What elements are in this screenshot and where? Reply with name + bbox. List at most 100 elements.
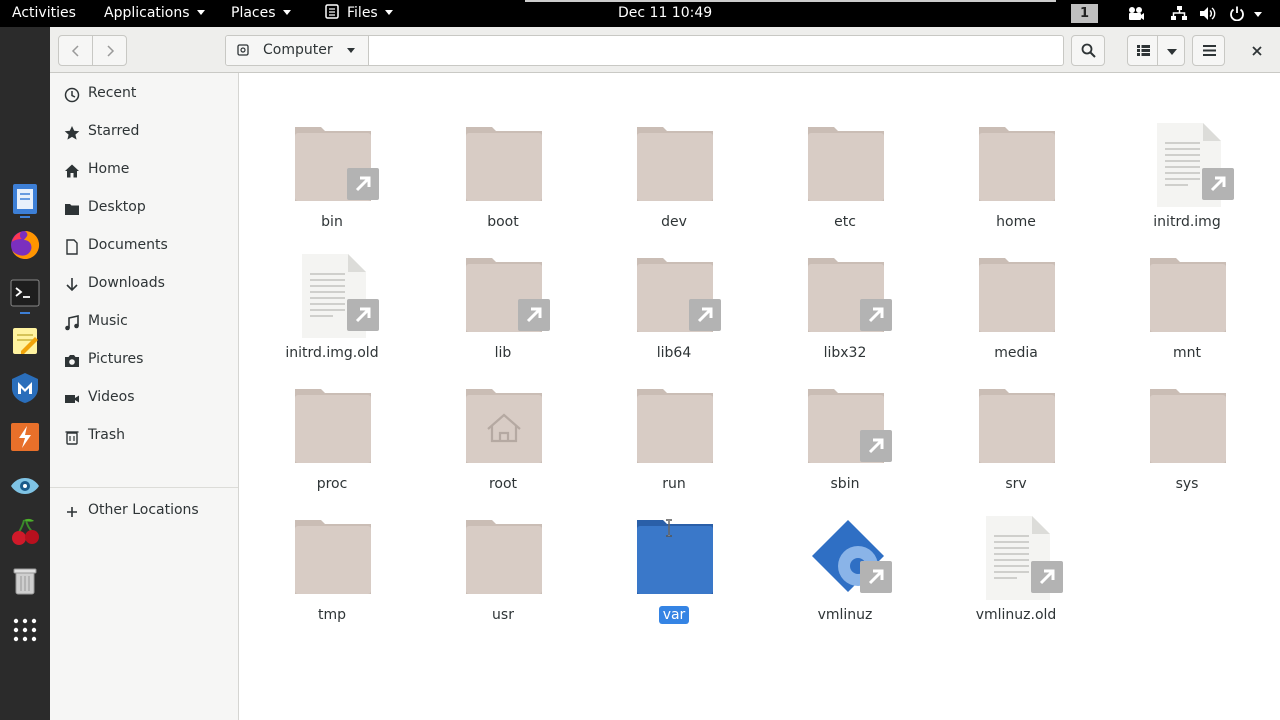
- file-item-dev[interactable]: dev: [599, 123, 749, 249]
- file-name: vmlinuz.old: [975, 607, 1057, 623]
- sidebar-item-label: Starred: [88, 123, 140, 139]
- file-item-boot[interactable]: boot: [428, 123, 578, 249]
- metasploit-icon[interactable]: [9, 372, 41, 404]
- home-icon: [65, 164, 79, 178]
- file-name: mnt: [1173, 345, 1201, 361]
- applications-menu[interactable]: Applications: [104, 0, 205, 27]
- firefox-icon[interactable]: [9, 229, 41, 261]
- network-icon[interactable]: [1171, 6, 1187, 21]
- chevron-down-icon: [384, 9, 393, 15]
- back-button[interactable]: [58, 35, 93, 66]
- sidebar-item-starred[interactable]: Starred: [50, 116, 238, 150]
- eye-app-icon[interactable]: [9, 470, 41, 502]
- header-bar: Computer: [50, 27, 1280, 73]
- list-view-icon: [1137, 45, 1150, 56]
- files-app-menu[interactable]: Files: [325, 0, 393, 27]
- close-button[interactable]: [1240, 35, 1274, 66]
- file-item-lib64[interactable]: lib64: [599, 254, 749, 380]
- workspace-indicator[interactable]: 1: [1071, 4, 1098, 23]
- file-name: proc: [316, 476, 348, 492]
- file-item-libx32[interactable]: libx32: [770, 254, 920, 380]
- file-item-srv[interactable]: srv: [941, 385, 1091, 511]
- file-item-root[interactable]: root: [428, 385, 578, 511]
- clock[interactable]: Dec 11 10:49: [618, 0, 712, 27]
- file-item-label: libx32: [770, 345, 920, 361]
- sidebar-item-trash[interactable]: Trash: [50, 420, 238, 454]
- home-folder-icon: [464, 385, 544, 469]
- sidebar-item-videos[interactable]: Videos: [50, 382, 238, 416]
- file-item-sys[interactable]: sys: [1112, 385, 1262, 511]
- text-editor-icon[interactable]: [9, 325, 41, 357]
- sidebar: Recent Starred Home Desktop Documents Do…: [50, 73, 239, 720]
- files-icon[interactable]: [9, 183, 41, 215]
- file-item-label: vmlinuz: [770, 607, 920, 623]
- file-item-sbin[interactable]: sbin: [770, 385, 920, 511]
- window-title-underline: [525, 0, 1056, 2]
- cherry-app-icon[interactable]: [9, 516, 41, 548]
- files-app-icon: [325, 3, 339, 19]
- symlink-badge-icon: [860, 430, 892, 462]
- file-item-vmlinuz[interactable]: vmlinuz: [770, 516, 920, 642]
- file-item-initrd-img-old[interactable]: initrd.img.old: [257, 254, 407, 380]
- file-item-home[interactable]: home: [941, 123, 1091, 249]
- terminal-icon[interactable]: [9, 277, 41, 309]
- sidebar-item-music[interactable]: Music: [50, 306, 238, 340]
- file-item-initrd-img[interactable]: initrd.img: [1112, 123, 1262, 249]
- file-item-proc[interactable]: proc: [257, 385, 407, 511]
- file-item-usr[interactable]: usr: [428, 516, 578, 642]
- top-bar: Activities Applications Places Files Dec…: [0, 0, 1280, 27]
- folder-icon: [1148, 254, 1228, 338]
- volume-icon[interactable]: [1200, 6, 1216, 21]
- file-item-lib[interactable]: lib: [428, 254, 578, 380]
- video-tray-icon[interactable]: [1127, 6, 1145, 21]
- menu-button[interactable]: [1192, 35, 1225, 66]
- view-options-button[interactable]: [1157, 35, 1185, 66]
- search-button[interactable]: [1071, 35, 1105, 66]
- activities-button[interactable]: Activities: [12, 0, 76, 27]
- sidebar-item-label: Home: [88, 161, 130, 177]
- chevron-down-icon[interactable]: [347, 48, 355, 53]
- burp-suite-icon[interactable]: [9, 421, 41, 453]
- files-app-menu-label: Files: [347, 5, 378, 21]
- sidebar-item-label: Downloads: [88, 275, 165, 291]
- path-button-computer[interactable]: Computer: [226, 36, 369, 65]
- sidebar-item-downloads[interactable]: Downloads: [50, 268, 238, 302]
- show-apps-icon[interactable]: [9, 614, 41, 646]
- folder-icon: [464, 254, 550, 338]
- file-name: bin: [321, 214, 343, 230]
- sidebar-item-pictures[interactable]: Pictures: [50, 344, 238, 378]
- file-item-label: lib: [428, 345, 578, 361]
- file-name: tmp: [317, 607, 346, 623]
- file-name: var: [658, 606, 690, 624]
- file-item-label: proc: [257, 476, 407, 492]
- document-icon: [66, 239, 78, 255]
- sidebar-item-other-locations[interactable]: Other Locations: [50, 495, 238, 529]
- sidebar-item-label: Documents: [88, 237, 168, 253]
- sidebar-item-home[interactable]: Home: [50, 154, 238, 188]
- file-item-run[interactable]: run: [599, 385, 749, 511]
- trash-icon[interactable]: [9, 564, 41, 596]
- sidebar-item-recent[interactable]: Recent: [50, 78, 238, 112]
- file-item-var[interactable]: var: [599, 516, 749, 642]
- folder-icon: [293, 516, 373, 600]
- view-toggle-button[interactable]: [1127, 35, 1158, 66]
- file-item-label: vmlinuz.old: [941, 607, 1091, 623]
- file-item-bin[interactable]: bin: [257, 123, 407, 249]
- trash-icon: [65, 431, 79, 445]
- chevron-down-icon[interactable]: [1254, 12, 1262, 17]
- places-menu[interactable]: Places: [231, 0, 291, 27]
- file-name: home: [996, 214, 1036, 230]
- path-bar[interactable]: Computer: [225, 35, 1064, 66]
- file-item-mnt[interactable]: mnt: [1112, 254, 1262, 380]
- forward-button[interactable]: [92, 35, 127, 66]
- sidebar-item-desktop[interactable]: Desktop: [50, 192, 238, 226]
- sidebar-item-documents[interactable]: Documents: [50, 230, 238, 264]
- power-icon[interactable]: [1229, 6, 1245, 21]
- file-item-label: run: [599, 476, 749, 492]
- file-item-vmlinuz-old[interactable]: vmlinuz.old: [941, 516, 1091, 642]
- file-item-media[interactable]: media: [941, 254, 1091, 380]
- file-item-etc[interactable]: etc: [770, 123, 920, 249]
- file-item-tmp[interactable]: tmp: [257, 516, 407, 642]
- text-cursor-icon: [666, 519, 672, 537]
- file-name: initrd.img: [1153, 214, 1221, 230]
